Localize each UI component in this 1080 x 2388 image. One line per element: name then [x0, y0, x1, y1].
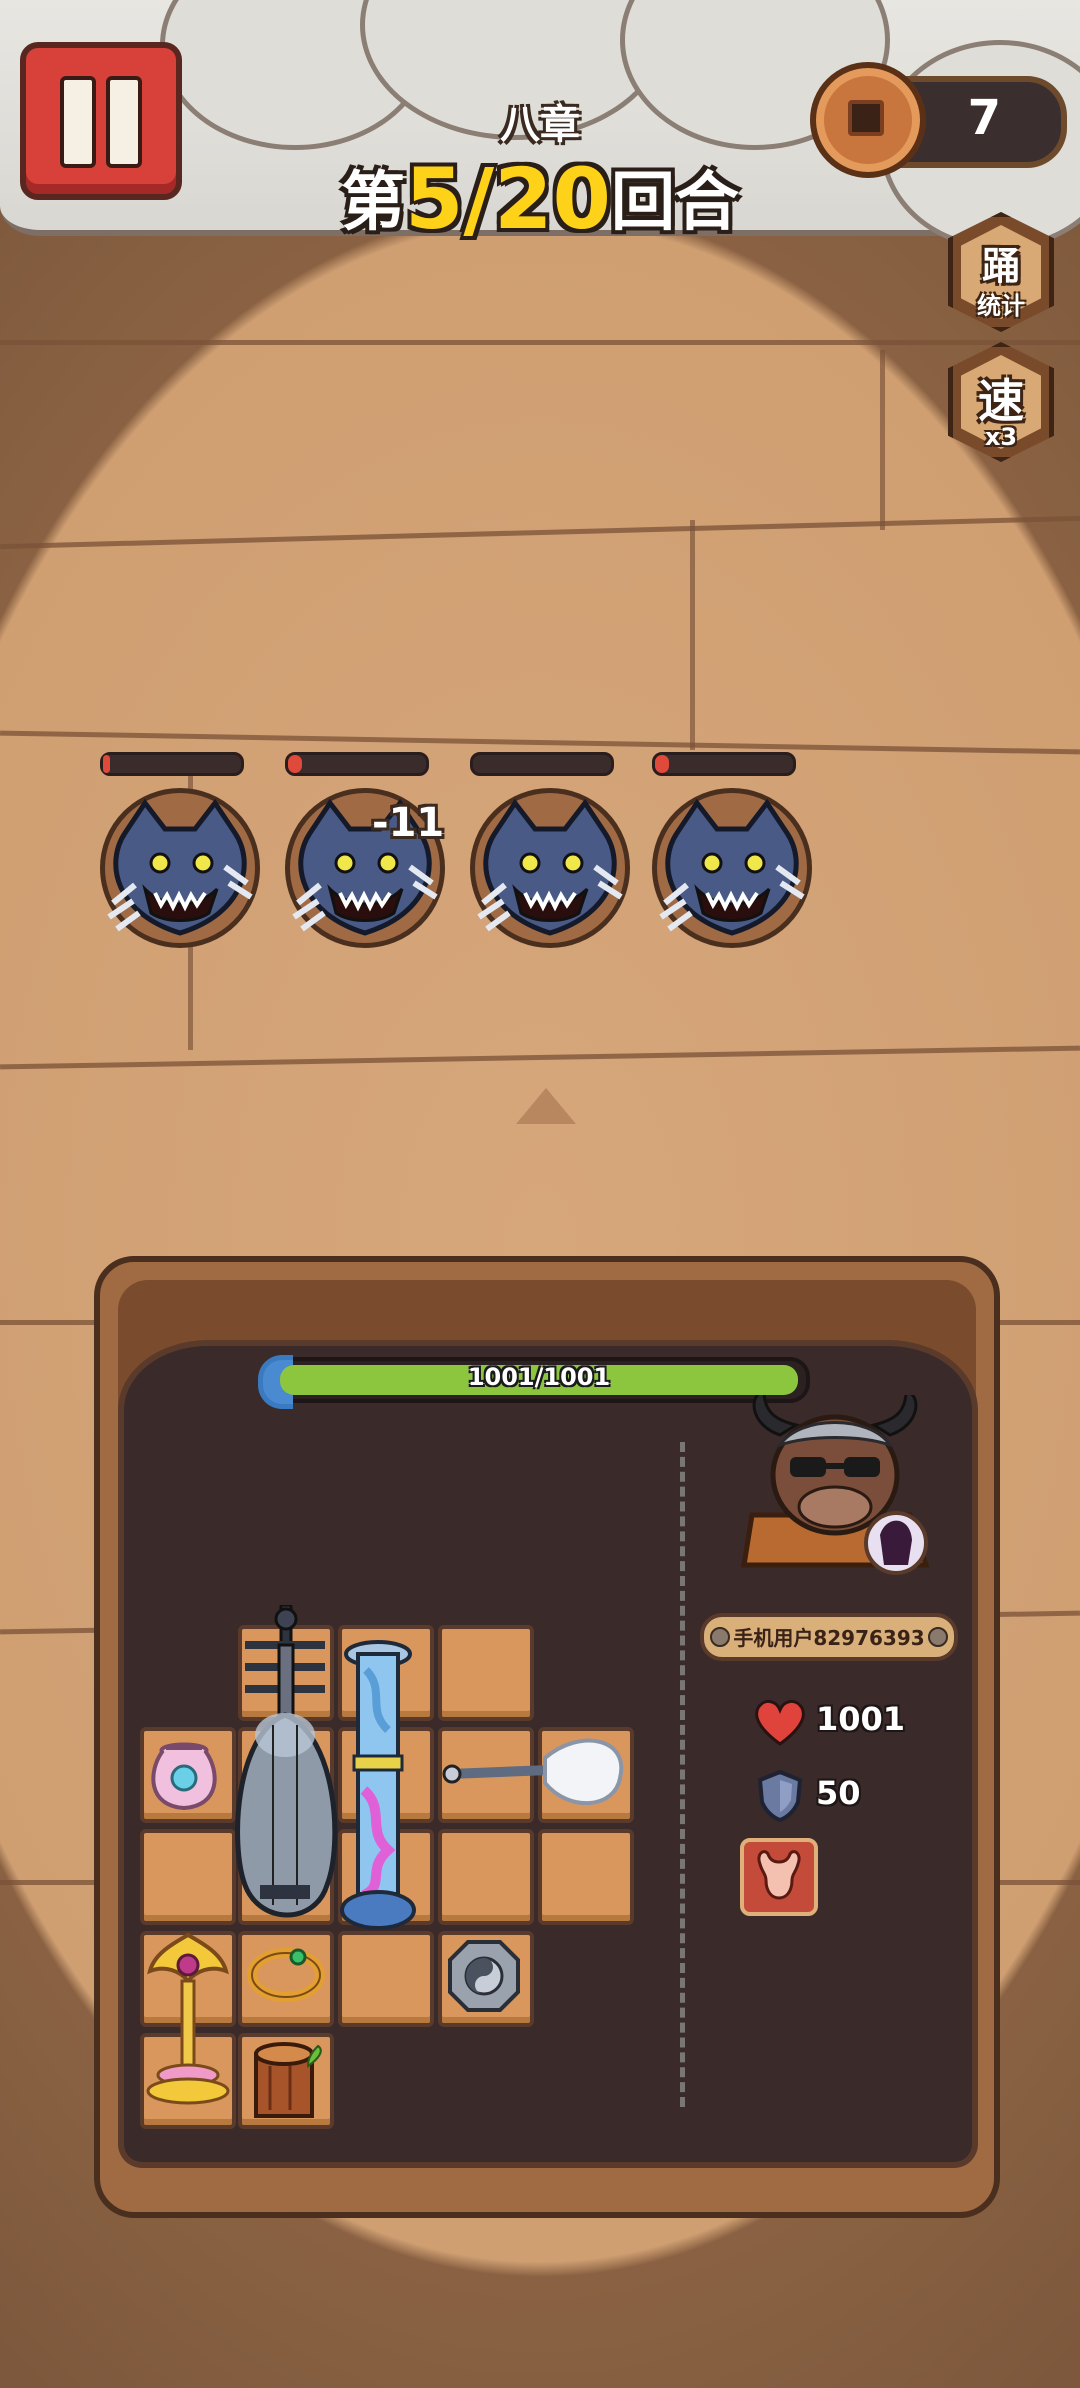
grid-slot[interactable] [438, 1625, 534, 1721]
bull-skill-icon [757, 1850, 801, 1900]
round-prefix: 第 [340, 166, 405, 240]
golden-lotus-icon[interactable] [140, 1925, 236, 2125]
player-hp-bar: 1001/1001 [258, 1355, 810, 1409]
wood-stump-icon[interactable] [246, 2036, 326, 2122]
enemy-werewolf[interactable] [285, 752, 455, 952]
enemy-hp-bar [285, 752, 429, 776]
grid-slot[interactable] [140, 1829, 236, 1925]
enemy-werewolf[interactable] [470, 752, 640, 952]
hp-bar-text: 1001/1001 [467, 1363, 611, 1391]
heart-icon [755, 1700, 805, 1746]
bull-demon-avatar[interactable] [740, 1395, 930, 1575]
werewolf-icon [652, 788, 812, 948]
enemy-hp-bar [652, 752, 796, 776]
damage-popup: -11 [372, 800, 445, 846]
player-hp-value: 1001 [816, 1700, 906, 1738]
taiji-coin-icon[interactable] [446, 1938, 522, 2014]
copper-coin-icon [810, 62, 926, 178]
enemy-werewolf[interactable] [100, 752, 270, 952]
enemy-werewolf[interactable] [652, 752, 822, 952]
enemy-hp-fill [288, 755, 302, 773]
fan-whisk-icon[interactable] [440, 1728, 630, 1818]
player-armor-value: 50 [816, 1774, 861, 1812]
round-separator: / [463, 150, 495, 248]
skill-button[interactable] [740, 1838, 818, 1916]
jade-bracelet-icon[interactable] [246, 1945, 326, 2005]
pipa-lute-icon[interactable] [225, 1605, 345, 1935]
jade-pouch-icon[interactable] [146, 1732, 222, 1812]
pillar-staff-icon[interactable] [336, 1640, 420, 1940]
grid-slot[interactable] [438, 1829, 534, 1925]
enemy-hp-bar [100, 752, 244, 776]
expand-arrow-icon[interactable] [516, 1088, 576, 1124]
stats-icon: 踊 [981, 244, 1020, 288]
werewolf-icon [100, 788, 260, 948]
shield-icon [757, 1769, 803, 1822]
board-divider [680, 1442, 685, 2107]
round-suffix: 回合 [611, 166, 740, 240]
enemy-hp-fill [103, 755, 110, 773]
round-current: 5 [404, 150, 464, 248]
enemy-hp-fill [655, 755, 669, 773]
player-name: 手机用户82976393 [733, 1626, 925, 1650]
speed-icon: 速 [978, 374, 1024, 428]
werewolf-icon [470, 788, 630, 948]
round-total: 20 [494, 150, 612, 248]
player-name-plate: 手机用户82976393 [700, 1613, 958, 1661]
grid-slot[interactable] [338, 1931, 434, 2027]
coin-value: 7 [967, 90, 1001, 146]
grid-slot[interactable] [538, 1829, 634, 1925]
enemy-hp-bar [470, 752, 614, 776]
